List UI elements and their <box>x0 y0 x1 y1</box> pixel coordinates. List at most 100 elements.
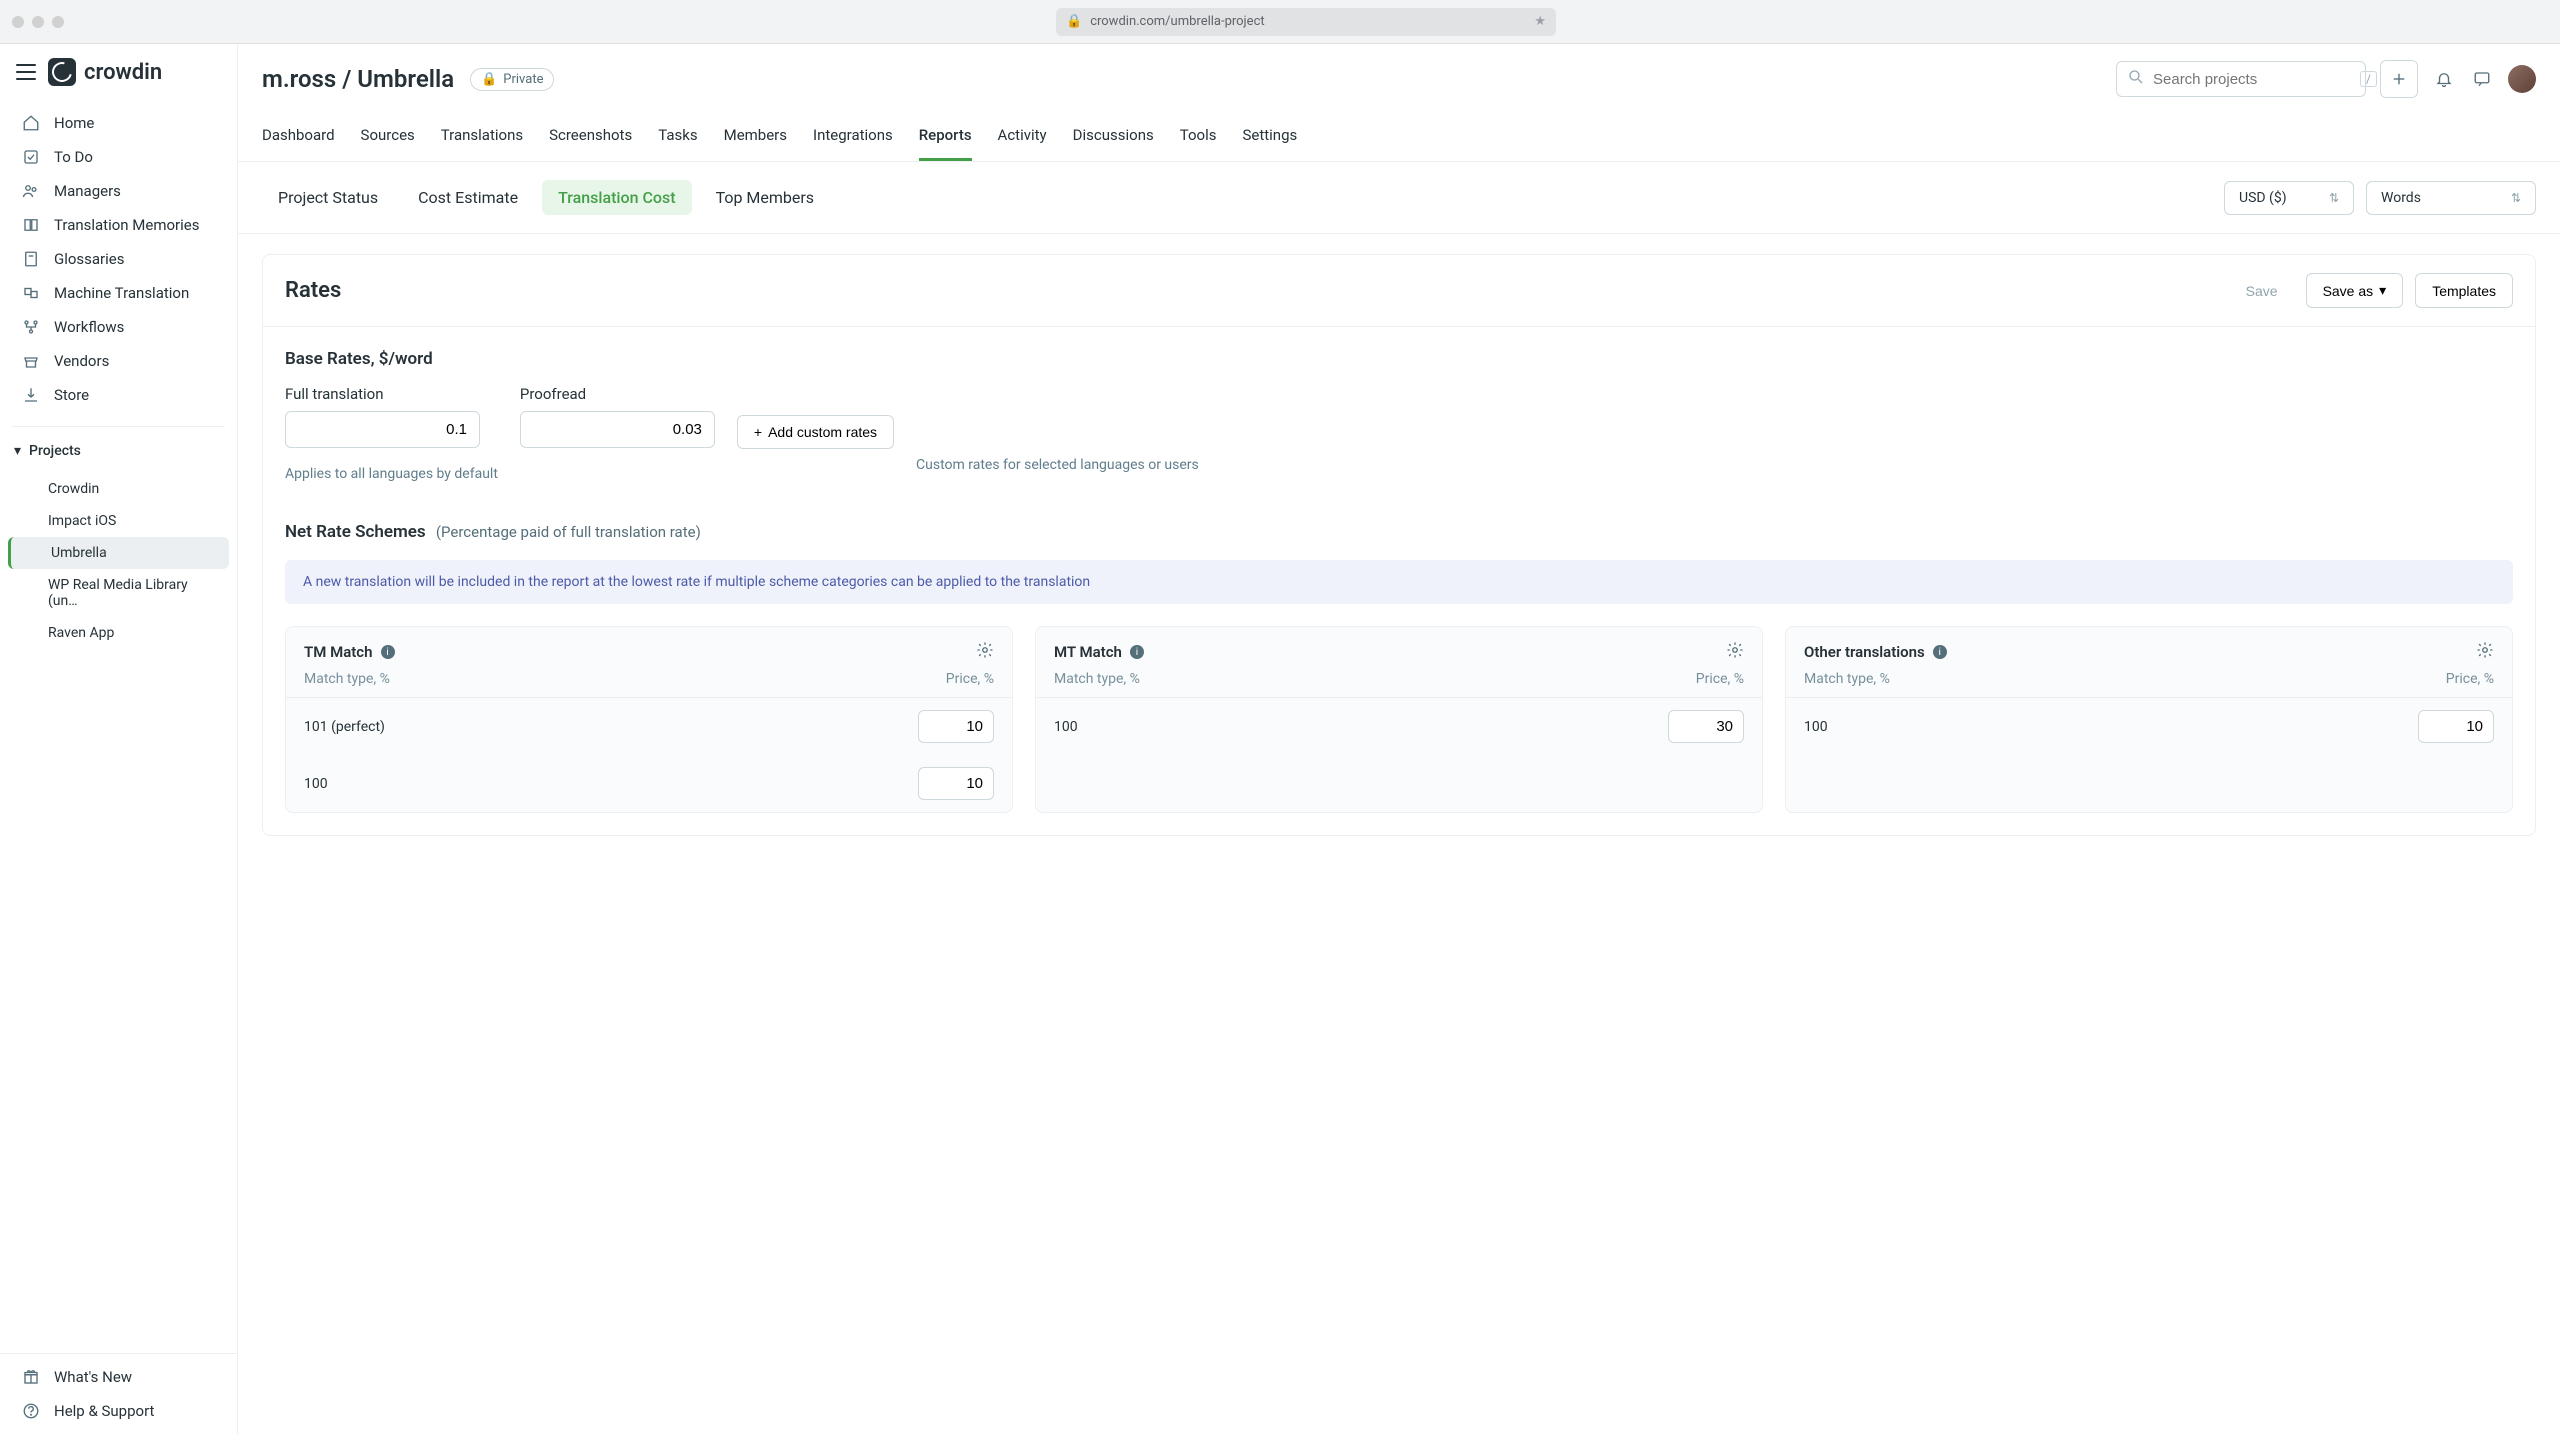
price-input[interactable] <box>2418 710 2494 743</box>
default-hint: Applies to all languages by default <box>285 466 498 482</box>
plus-icon: + <box>754 424 762 440</box>
notifications-button[interactable] <box>2432 67 2456 91</box>
gear-icon[interactable] <box>2476 641 2494 663</box>
minimize-light[interactable] <box>32 16 44 28</box>
full-translation-input[interactable] <box>285 411 480 448</box>
scheme-row: 100 <box>286 755 1012 812</box>
zoom-light[interactable] <box>52 16 64 28</box>
sidebar-item-label: Store <box>54 386 89 404</box>
tab-dashboard[interactable]: Dashboard <box>262 116 335 161</box>
lock-icon: 🔒 <box>481 72 497 87</box>
match-type-label: 100 <box>1804 719 1828 735</box>
breadcrumb: m.ross / Umbrella <box>262 65 454 93</box>
save-as-button[interactable]: Save as ▾ <box>2306 273 2404 308</box>
templates-button[interactable]: Templates <box>2415 273 2513 308</box>
workflow-icon <box>22 318 40 336</box>
save-button[interactable]: Save <box>2230 273 2294 308</box>
tab-tools[interactable]: Tools <box>1180 116 1217 161</box>
scheme-card-tm-match: TM Match i Match type, % Price, % 101 (p… <box>285 626 1013 813</box>
sidebar-item-wp-real-media-library-un-[interactable]: WP Real Media Library (un… <box>8 569 229 617</box>
projects-toggle[interactable]: ▾ Projects <box>0 435 237 467</box>
browser-chrome: 🔒 crowdin.com/umbrella-project ★ <box>0 0 2560 44</box>
chevron-updown-icon: ⇅ <box>2511 191 2521 205</box>
currency-select[interactable]: USD ($)⇅ <box>2224 181 2354 215</box>
sidebar-item-help-support[interactable]: Help & Support <box>8 1394 229 1428</box>
price-input[interactable] <box>918 710 994 743</box>
create-button[interactable] <box>2380 60 2418 98</box>
price-input[interactable] <box>1668 710 1744 743</box>
col-match: Match type, % <box>1804 671 1890 687</box>
search-input-wrap[interactable]: / <box>2116 61 2366 97</box>
info-icon[interactable]: i <box>381 645 395 659</box>
sidebar: crowdin HomeTo DoManagers Translation Mem… <box>0 44 238 1434</box>
sidebar-item-vendors[interactable]: Vendors <box>8 344 229 378</box>
gear-icon[interactable] <box>976 641 994 663</box>
url-bar[interactable]: 🔒 crowdin.com/umbrella-project ★ <box>1056 8 1556 36</box>
tab-settings[interactable]: Settings <box>1242 116 1297 161</box>
sidebar-item-what-s-new[interactable]: What's New <box>8 1360 229 1394</box>
sidebar-item-machine-translation[interactable]: Machine Translation <box>8 276 229 310</box>
tab-members[interactable]: Members <box>724 116 787 161</box>
proofread-input[interactable] <box>520 411 715 448</box>
sidebar-item-impact-ios[interactable]: Impact iOS <box>8 505 229 537</box>
chevron-updown-icon: ⇅ <box>2329 191 2339 205</box>
home-icon <box>22 114 40 132</box>
tab-discussions[interactable]: Discussions <box>1073 116 1154 161</box>
subtab-cost-estimate[interactable]: Cost Estimate <box>402 180 534 215</box>
scheme-title: MT Match <box>1054 643 1122 661</box>
close-light[interactable] <box>12 16 24 28</box>
download-icon <box>22 386 40 404</box>
bookmark-star-icon[interactable]: ★ <box>1534 14 1546 29</box>
match-type-label: 101 (perfect) <box>304 719 385 735</box>
book-icon <box>22 216 40 234</box>
sidebar-item-label: Vendors <box>54 352 109 370</box>
net-rate-heading: Net Rate Schemes (Percentage paid of ful… <box>285 522 2513 542</box>
price-input[interactable] <box>918 767 994 800</box>
brand-text: crowdin <box>84 60 162 85</box>
menu-toggle[interactable] <box>16 64 36 80</box>
tab-tasks[interactable]: Tasks <box>658 116 697 161</box>
bell-icon <box>2435 70 2453 88</box>
match-type-label: 100 <box>1054 719 1078 735</box>
subtab-project-status[interactable]: Project Status <box>262 180 394 215</box>
tab-integrations[interactable]: Integrations <box>813 116 893 161</box>
tab-screenshots[interactable]: Screenshots <box>549 116 632 161</box>
sidebar-item-crowdin[interactable]: Crowdin <box>8 473 229 505</box>
todo-icon <box>22 148 40 166</box>
rates-title: Rates <box>285 278 341 303</box>
sidebar-item-label: Translation Memories <box>54 216 199 234</box>
subtab-translation-cost[interactable]: Translation Cost <box>542 180 692 215</box>
sidebar-item-raven-app[interactable]: Raven App <box>8 617 229 649</box>
tab-reports[interactable]: Reports <box>919 116 972 161</box>
sidebar-item-label: Help & Support <box>54 1402 154 1420</box>
sidebar-item-managers[interactable]: Managers <box>8 174 229 208</box>
search-icon <box>2127 68 2145 90</box>
add-custom-rates-button[interactable]: + Add custom rates <box>737 415 894 449</box>
report-subnav: Project StatusCost EstimateTranslation C… <box>238 162 2560 234</box>
info-icon[interactable]: i <box>1933 645 1947 659</box>
search-input[interactable] <box>2153 71 2352 88</box>
tab-sources[interactable]: Sources <box>361 116 415 161</box>
gear-icon[interactable] <box>1726 641 1744 663</box>
col-price: Price, % <box>2446 671 2494 687</box>
info-icon[interactable]: i <box>1130 645 1144 659</box>
sidebar-item-workflows[interactable]: Workflows <box>8 310 229 344</box>
user-avatar[interactable] <box>2508 65 2536 93</box>
unit-select[interactable]: Words⇅ <box>2366 181 2536 215</box>
chat-icon <box>2473 70 2491 88</box>
sidebar-item-to-do[interactable]: To Do <box>8 140 229 174</box>
url-text: crowdin.com/umbrella-project <box>1090 14 1264 29</box>
subtab-top-members[interactable]: Top Members <box>700 180 830 215</box>
sidebar-item-store[interactable]: Store <box>8 378 229 412</box>
sidebar-item-label: What's New <box>54 1368 132 1386</box>
brand-logo[interactable]: crowdin <box>48 58 162 86</box>
store-icon <box>22 352 40 370</box>
sidebar-item-glossaries[interactable]: Glossaries <box>8 242 229 276</box>
tab-activity[interactable]: Activity <box>998 116 1047 161</box>
sidebar-item-home[interactable]: Home <box>8 106 229 140</box>
sidebar-item-umbrella[interactable]: Umbrella <box>8 537 229 569</box>
tab-translations[interactable]: Translations <box>441 116 523 161</box>
col-price: Price, % <box>946 671 994 687</box>
sidebar-item-translation-memories[interactable]: Translation Memories <box>8 208 229 242</box>
messages-button[interactable] <box>2470 67 2494 91</box>
